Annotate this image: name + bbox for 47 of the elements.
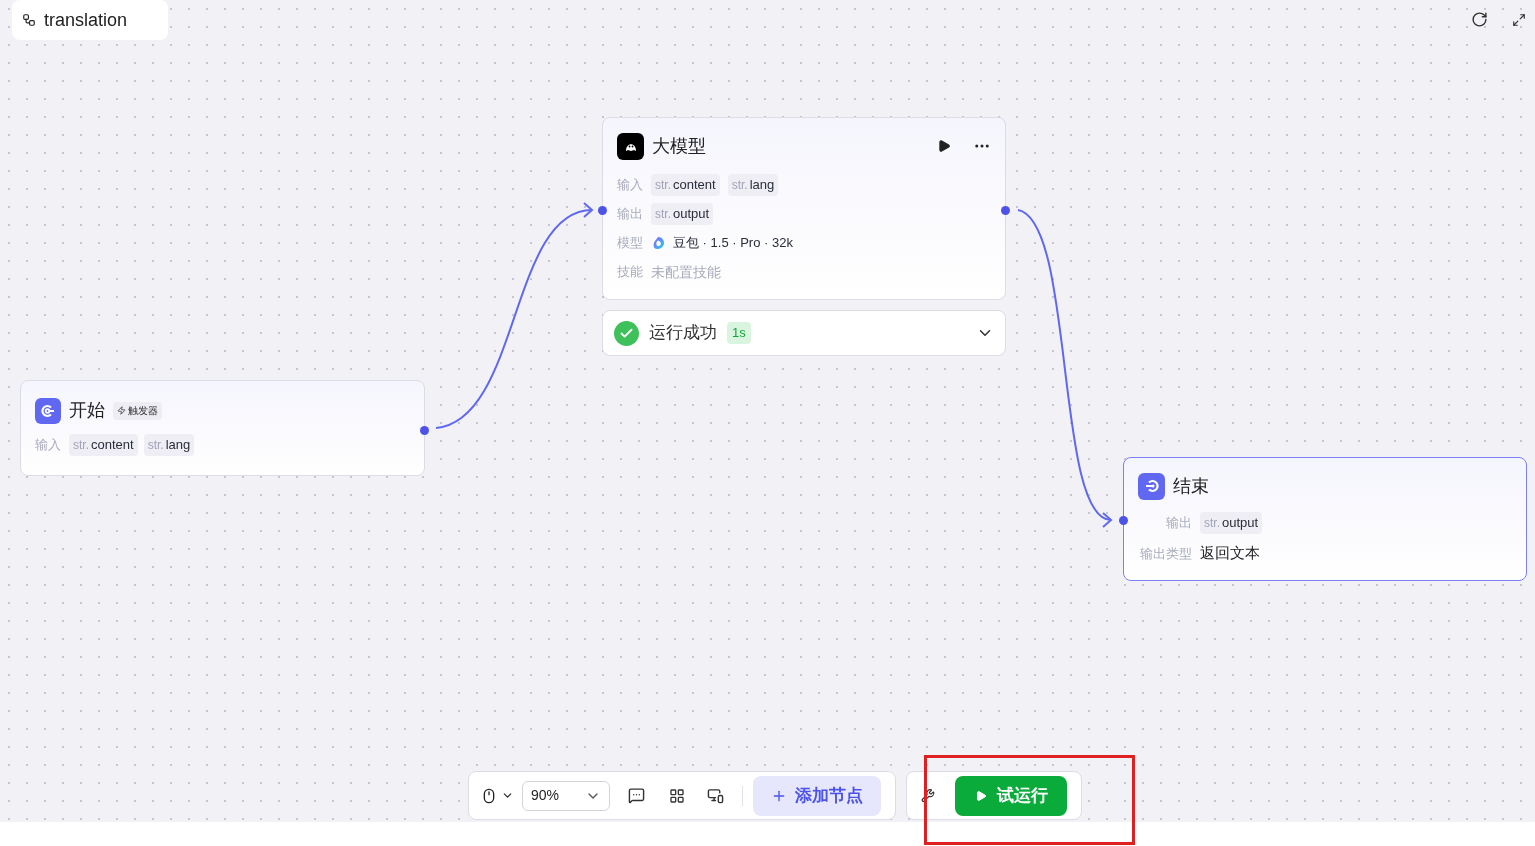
workflow-name: translation	[44, 8, 128, 32]
field-label: 输出	[1165, 514, 1192, 533]
add-node-button[interactable]: 添加节点	[753, 775, 881, 816]
end-node-icon	[1138, 472, 1165, 500]
connection-port[interactable]	[598, 206, 607, 215]
field-label: 技能	[617, 263, 643, 282]
output-type-value: 返回文本	[1200, 543, 1260, 563]
node-title: 结束	[1173, 474, 1209, 498]
node-title: 大模型	[652, 134, 706, 158]
connection-port[interactable]	[1119, 516, 1128, 525]
variable-tag: str.output	[1200, 512, 1263, 534]
run-status-text: 运行成功	[649, 322, 717, 345]
refresh-icon[interactable]	[1471, 11, 1488, 28]
model-logo-icon	[651, 236, 665, 250]
field-label: 输入	[617, 176, 643, 195]
connection-port[interactable]	[420, 426, 429, 435]
workflow-title[interactable]: translation	[12, 0, 168, 40]
mouse-icon[interactable]	[481, 787, 497, 804]
duration-badge: 1s	[727, 322, 751, 344]
variable-tag: str.content	[69, 434, 138, 456]
start-node-icon	[35, 397, 61, 424]
expand-icon[interactable]	[1512, 13, 1526, 27]
field-label: 输出	[617, 205, 643, 224]
bolt-icon	[117, 406, 126, 415]
success-icon	[614, 320, 639, 346]
run-status-bar[interactable]: 运行成功 1s	[602, 310, 1006, 356]
workflow-icon	[22, 13, 36, 27]
node-title: 开始	[69, 399, 105, 422]
grid-layout-icon[interactable]	[669, 787, 685, 804]
wrench-icon[interactable]	[921, 788, 935, 803]
run-node-icon[interactable]	[937, 139, 951, 153]
variable-tag: str.lang	[143, 434, 195, 456]
model-name: 豆包 · 1.5 · Pro · 32k	[673, 234, 793, 253]
variable-tag: str.content	[651, 174, 720, 196]
field-label: 模型	[617, 234, 643, 253]
screen-icon[interactable]	[707, 787, 724, 804]
field-label: 输出类型	[1139, 544, 1192, 563]
trigger-badge: 触发器	[113, 401, 162, 420]
variable-tag: str.lang	[727, 174, 779, 196]
llm-node-icon	[617, 132, 644, 160]
play-icon	[974, 789, 987, 802]
field-label: 输入	[35, 436, 61, 455]
comment-icon[interactable]	[628, 787, 645, 804]
skill-value: 未配置技能	[651, 262, 721, 282]
variable-tag: str.output	[651, 203, 714, 225]
connection-port[interactable]	[1001, 206, 1010, 215]
zoom-select[interactable]: 90%	[522, 780, 610, 811]
